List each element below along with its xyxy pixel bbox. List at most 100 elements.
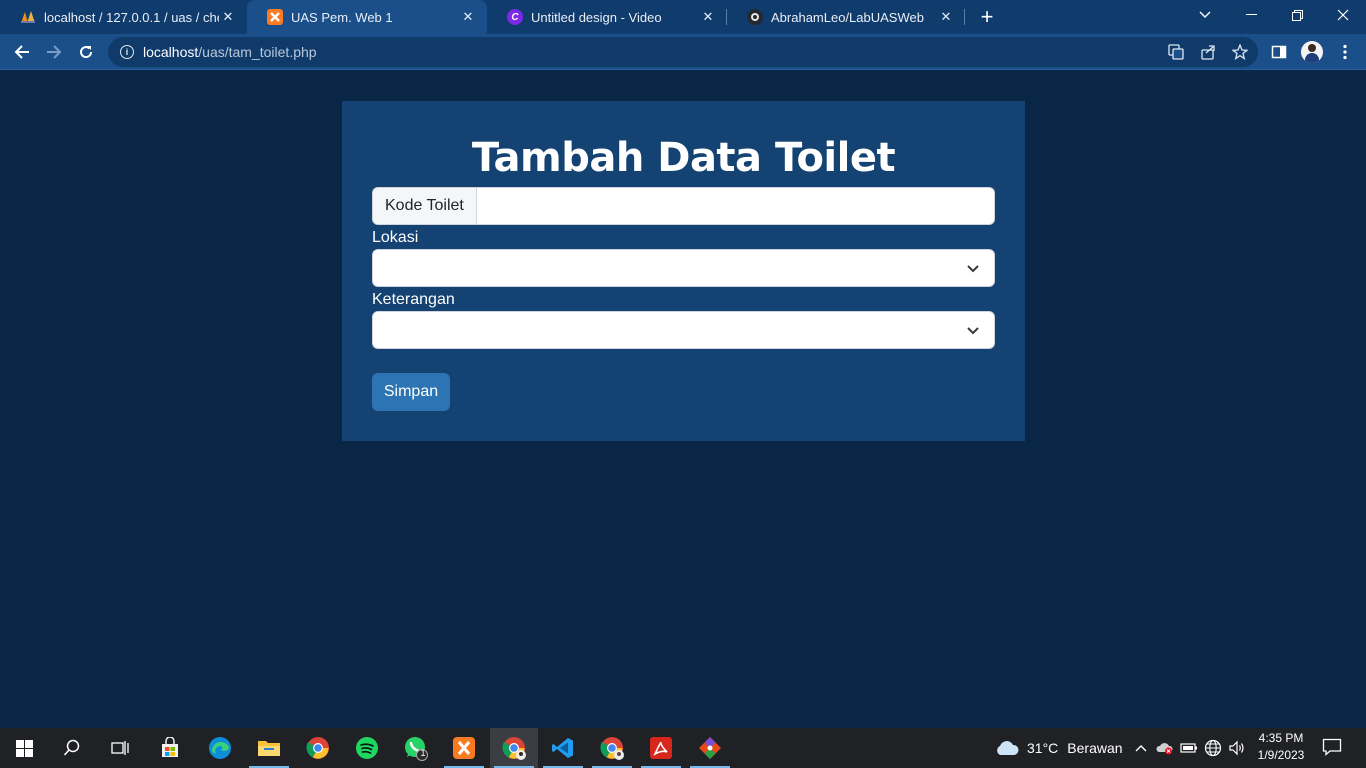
show-hidden-icons-button[interactable]: [1133, 728, 1149, 768]
address-bar[interactable]: i localhost/uas/tam_toilet.php: [108, 37, 1258, 67]
chevron-down-icon: [967, 265, 979, 273]
notification-icon: [1322, 738, 1342, 756]
tab-github[interactable]: AbrahamLeo/LabUASWeb ✕: [727, 0, 965, 34]
restore-icon: [1291, 9, 1303, 21]
keterangan-select[interactable]: [372, 311, 995, 349]
taskbar-xampp[interactable]: [440, 728, 488, 768]
side-panel-icon[interactable]: [1270, 43, 1288, 61]
menu-kebab-icon[interactable]: [1336, 43, 1354, 61]
weather-widget[interactable]: 31°C Berawan: [994, 728, 1123, 768]
taskbar-edge[interactable]: [196, 728, 244, 768]
task-view-icon: [111, 741, 129, 755]
speaker-icon: [1229, 740, 1244, 756]
tab-title: localhost / 127.0.0.1 / uas / check: [44, 9, 219, 25]
arrow-left-icon: [14, 45, 29, 59]
info-icon[interactable]: i: [120, 45, 134, 59]
volume-tray[interactable]: [1228, 728, 1246, 768]
git-icon: [699, 737, 721, 759]
start-button[interactable]: [0, 728, 48, 768]
taskbar-store[interactable]: [146, 728, 194, 768]
close-icon: [1337, 9, 1349, 21]
cloud-icon: [997, 741, 1019, 755]
spotify-icon: [356, 737, 378, 759]
clock-date: 1/9/2023: [1257, 748, 1305, 762]
profile-avatar[interactable]: [1301, 41, 1323, 63]
tab-uas-pem-web[interactable]: UAS Pem. Web 1 ✕: [247, 0, 487, 34]
taskbar-spotify[interactable]: [343, 728, 391, 768]
taskbar-chrome-2[interactable]: [588, 728, 636, 768]
close-tab-icon[interactable]: ✕: [937, 8, 955, 26]
folder-icon: [258, 741, 280, 756]
network-tray[interactable]: [1204, 728, 1222, 768]
keterangan-label: Keterangan: [372, 291, 455, 308]
share-icon[interactable]: [1199, 43, 1217, 61]
globe-icon: [1204, 739, 1222, 757]
battery-tray[interactable]: [1180, 728, 1198, 768]
bookmark-star-icon[interactable]: [1231, 43, 1249, 61]
clock-time: 4:35 PM: [1258, 731, 1304, 745]
windows-logo-icon: [15, 739, 33, 757]
weather-temp: 31°C: [1027, 740, 1059, 756]
taskbar-chrome[interactable]: [294, 728, 342, 768]
translate-icon[interactable]: [1167, 43, 1185, 61]
onedrive-tray[interactable]: [1156, 728, 1174, 768]
tab-search-button[interactable]: [1182, 0, 1228, 30]
battery-icon: [1180, 743, 1197, 753]
new-tab-button[interactable]: +: [975, 4, 999, 29]
lokasi-select[interactable]: [372, 249, 995, 287]
system-clock[interactable]: 4:35 PM 1/9/2023: [1250, 730, 1312, 764]
tab-title: Untitled design - Video: [531, 9, 662, 25]
taskbar-chrome-profile[interactable]: [490, 728, 538, 768]
search-button[interactable]: [48, 728, 96, 768]
minimize-button[interactable]: [1228, 0, 1274, 30]
microsoft-store-icon: [162, 737, 178, 757]
back-button[interactable]: [9, 39, 35, 65]
whatsapp-badge: 1: [420, 748, 426, 758]
search-icon: [63, 739, 80, 756]
taskbar-git-gui[interactable]: [686, 728, 734, 768]
edge-icon: [209, 737, 231, 759]
chrome-icon: [306, 737, 329, 759]
taskbar-file-explorer[interactable]: [245, 728, 293, 768]
phpmyadmin-icon: [20, 9, 36, 25]
weather-desc: Berawan: [1067, 740, 1123, 756]
chevron-up-icon: [1135, 745, 1147, 752]
close-window-button[interactable]: [1320, 0, 1366, 30]
browser-tab-strip: localhost / 127.0.0.1 / uas / check ✕ UA…: [0, 0, 1366, 34]
chevron-down-icon: [967, 327, 979, 335]
kode-toilet-label: Kode Toilet: [373, 188, 477, 224]
kode-toilet-input[interactable]: [476, 188, 994, 224]
onedrive-paused-icon: [1156, 743, 1173, 755]
task-view-button[interactable]: [96, 728, 144, 768]
url-path: /uas/tam_toilet.php: [198, 44, 317, 60]
close-tab-icon[interactable]: ✕: [219, 8, 237, 26]
url-host: localhost: [143, 44, 199, 60]
restore-button[interactable]: [1274, 0, 1320, 30]
kode-toilet-group: Kode Toilet: [372, 187, 995, 225]
chevron-down-icon: [1199, 11, 1211, 18]
taskbar-acrobat[interactable]: [637, 728, 685, 768]
minimize-icon: [1245, 14, 1257, 15]
form-card: Tambah Data Toilet Kode Toilet Lokasi Ke…: [342, 101, 1025, 441]
tab-canva[interactable]: C Untitled design - Video ✕: [487, 0, 727, 34]
tab-title: AbrahamLeo/LabUASWeb: [771, 9, 924, 25]
chrome-profile-icon: [502, 737, 526, 760]
xampp-icon: [453, 737, 475, 759]
reload-icon: [80, 46, 93, 59]
reload-button[interactable]: [73, 39, 99, 65]
notification-center-button[interactable]: [1322, 738, 1342, 756]
browser-toolbar: i localhost/uas/tam_toilet.php: [0, 34, 1366, 70]
tab-phpmyadmin[interactable]: localhost / 127.0.0.1 / uas / check ✕: [0, 0, 247, 34]
forward-button[interactable]: [41, 39, 67, 65]
simpan-button[interactable]: Simpan: [372, 373, 450, 411]
arrow-right-icon: [47, 45, 62, 59]
taskbar-vscode[interactable]: [539, 728, 587, 768]
close-tab-icon[interactable]: ✕: [459, 8, 477, 26]
acrobat-icon: [650, 737, 672, 759]
windows-taskbar: 1 31°C Berawan 4:35 PM 1/9/2023: [0, 728, 1366, 768]
close-tab-icon[interactable]: ✕: [699, 8, 717, 26]
canva-icon: C: [507, 9, 523, 25]
tab-separator: [964, 9, 965, 25]
vscode-icon: [552, 738, 573, 758]
taskbar-whatsapp[interactable]: 1: [392, 728, 440, 768]
